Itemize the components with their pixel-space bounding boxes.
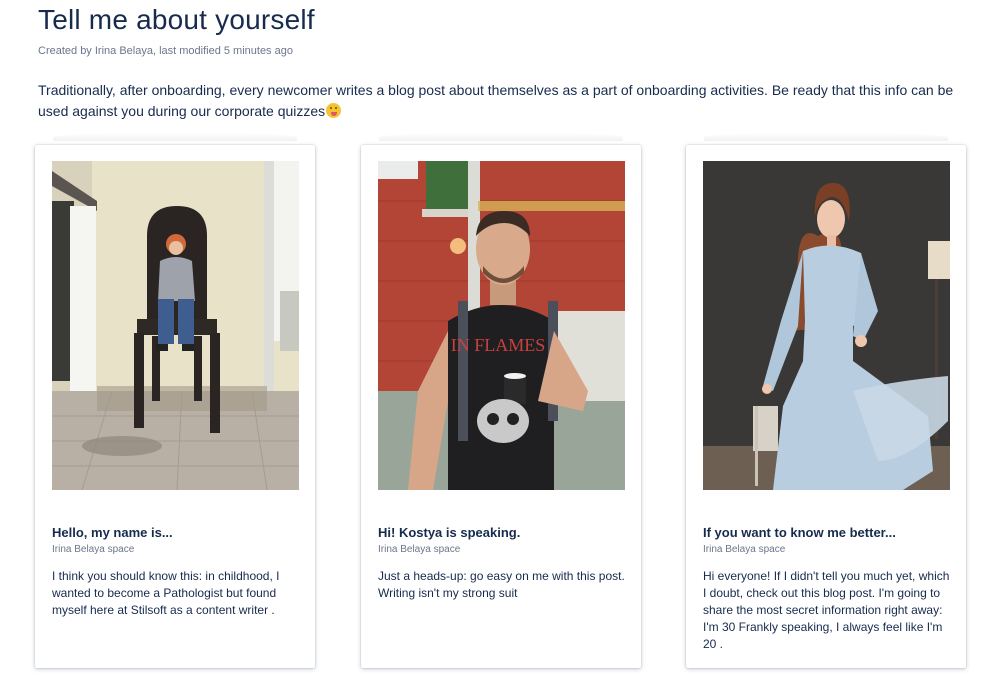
woman-in-blue-dress-photo[interactable]: [703, 161, 950, 490]
page-byline: Created by Irina Belaya, last modified 5…: [38, 45, 293, 57]
face-with-tongue-icon: [326, 103, 342, 118]
blog-card-3[interactable]: If you want to know me better... Irina B…: [686, 133, 966, 668]
card-space: Irina Belaya space: [378, 544, 461, 555]
card-excerpt: Just a heads-up: go easy on me with this…: [378, 569, 625, 600]
card-excerpt: Hi everyone! If I didn't tell you much y…: [703, 569, 950, 651]
card-space: Irina Belaya space: [52, 544, 135, 555]
card-title[interactable]: If you want to know me better...: [703, 525, 953, 540]
woman-on-giant-chair-photo[interactable]: [52, 161, 299, 490]
blog-card-2[interactable]: IN FLAMES Hi! Kostya is speaking. Irina …: [361, 133, 641, 668]
page-title: Tell me about yourself: [38, 4, 315, 35]
card-space: Irina Belaya space: [703, 544, 786, 555]
svg-text:IN FLAMES: IN FLAMES: [451, 335, 546, 355]
intro-text: Traditionally, after onboarding, every n…: [38, 82, 954, 119]
man-with-coffee-cup-photo[interactable]: IN FLAMES: [378, 161, 625, 490]
card-excerpt: I think you should know this: in childho…: [52, 569, 280, 617]
card-title[interactable]: Hi! Kostya is speaking.: [378, 525, 628, 540]
page-intro: Traditionally, after onboarding, every n…: [38, 80, 973, 122]
blog-card-1[interactable]: Hello, my name is... Irina Belaya space …: [35, 133, 315, 668]
card-title[interactable]: Hello, my name is...: [52, 525, 302, 540]
